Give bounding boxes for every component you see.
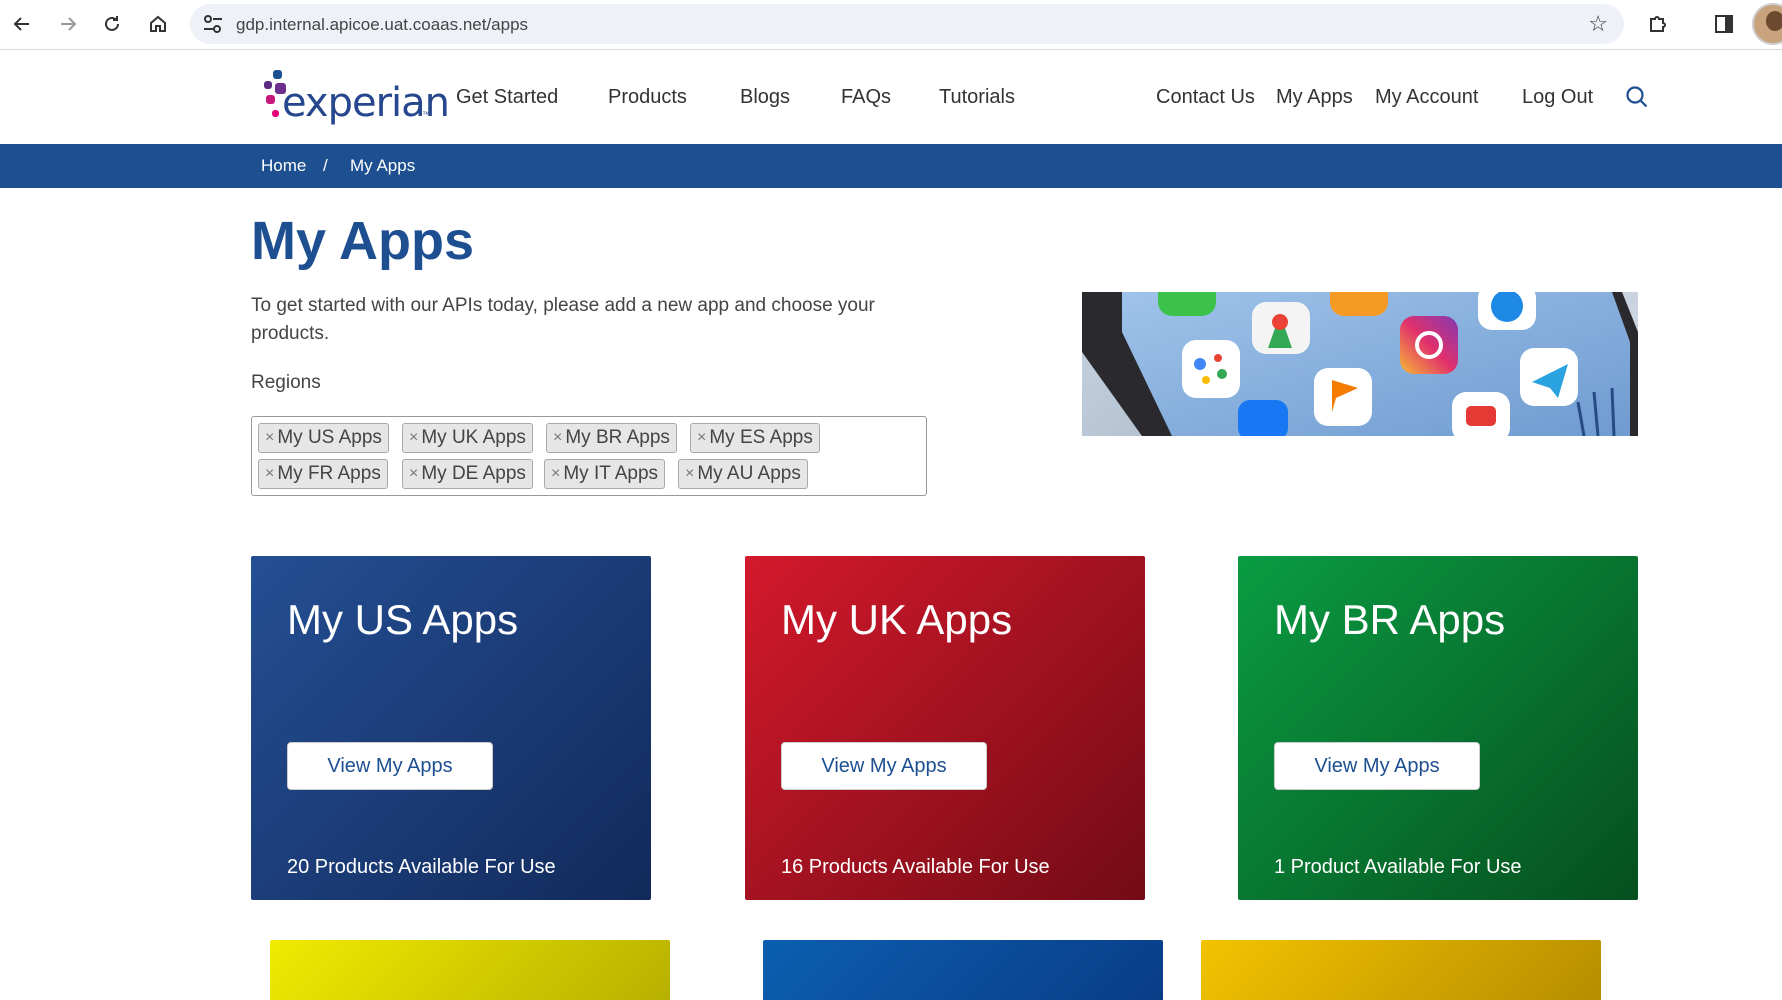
- remove-tag-icon[interactable]: ×: [265, 429, 274, 447]
- region-tag-label: My IT Apps: [563, 463, 659, 484]
- region-tag-label: My FR Apps: [277, 463, 381, 484]
- home-icon[interactable]: [142, 8, 174, 40]
- nav-blogs[interactable]: Blogs: [740, 86, 790, 109]
- region-tag-fr[interactable]: × My FR Apps: [258, 459, 388, 489]
- view-my-apps-button[interactable]: View My Apps: [781, 742, 987, 790]
- back-icon[interactable]: [6, 8, 38, 40]
- card-title: My BR Apps: [1274, 596, 1506, 643]
- breadcrumb-home[interactable]: Home: [261, 156, 306, 176]
- side-panel-icon[interactable]: [1708, 8, 1740, 40]
- card-br-apps: My BR Apps View My Apps 1 Product Availa…: [1238, 556, 1638, 900]
- nav-tutorials[interactable]: Tutorials: [939, 86, 1015, 109]
- regions-label: Regions: [251, 372, 321, 393]
- experian-logo[interactable]: experian ™: [262, 70, 450, 126]
- card-products-count: 16 Products Available For Use: [781, 856, 1050, 878]
- region-tag-label: My US Apps: [277, 427, 382, 448]
- remove-tag-icon[interactable]: ×: [697, 429, 706, 447]
- region-tag-label: My ES Apps: [709, 427, 813, 448]
- hero-phone-image: [1082, 292, 1638, 436]
- region-tag-us[interactable]: × My US Apps: [258, 423, 389, 453]
- tune-icon[interactable]: [202, 14, 224, 34]
- region-tag-label: My AU Apps: [697, 463, 801, 484]
- remove-tag-icon[interactable]: ×: [409, 465, 418, 483]
- card-partial-yellow: [270, 940, 670, 1000]
- region-tag-de[interactable]: × My DE Apps: [402, 459, 533, 489]
- logo-text: experian: [282, 80, 450, 126]
- region-tag-label: My BR Apps: [565, 427, 670, 448]
- region-tag-br[interactable]: × My BR Apps: [546, 423, 677, 453]
- card-title: My UK Apps: [781, 596, 1013, 643]
- browser-toolbar: gdp.internal.apicoe.uat.coaas.net/apps ☆: [0, 0, 1782, 50]
- card-products-count: 20 Products Available For Use: [287, 856, 556, 878]
- profile-avatar[interactable]: [1752, 3, 1782, 45]
- remove-tag-icon[interactable]: ×: [551, 465, 560, 483]
- remove-tag-icon[interactable]: ×: [265, 465, 274, 483]
- region-tag-au[interactable]: × My AU Apps: [678, 459, 808, 489]
- address-bar[interactable]: gdp.internal.apicoe.uat.coaas.net/apps ☆: [190, 4, 1624, 44]
- view-my-apps-button[interactable]: View My Apps: [1274, 742, 1480, 790]
- card-partial-gold: [1201, 940, 1601, 1000]
- site-header: experian ™ Get Started Products Blogs FA…: [0, 50, 1782, 144]
- logo-dot: [272, 110, 279, 117]
- remove-tag-icon[interactable]: ×: [409, 429, 418, 447]
- region-tag-label: My UK Apps: [421, 427, 526, 448]
- breadcrumb: Home / My Apps: [0, 144, 1782, 188]
- nav-faqs[interactable]: FAQs: [841, 86, 891, 109]
- nav-get-started[interactable]: Get Started: [456, 86, 558, 109]
- nav-my-account[interactable]: My Account: [1375, 86, 1478, 109]
- logo-dot: [266, 95, 275, 104]
- breadcrumb-current: My Apps: [350, 156, 416, 175]
- search-icon[interactable]: [1624, 84, 1650, 110]
- forward-icon[interactable]: [52, 8, 84, 40]
- region-tag-it[interactable]: × My IT Apps: [544, 459, 666, 489]
- region-tag-label: My DE Apps: [421, 463, 526, 484]
- url-text[interactable]: gdp.internal.apicoe.uat.coaas.net/apps: [236, 15, 528, 35]
- card-uk-apps: My UK Apps View My Apps 16 Products Avai…: [745, 556, 1145, 900]
- card-products-count: 1 Product Available For Use: [1274, 856, 1522, 878]
- region-tag-es[interactable]: × My ES Apps: [690, 423, 820, 453]
- card-us-apps: My US Apps View My Apps 20 Products Avai…: [251, 556, 651, 900]
- phone-apps-illustration: [1082, 292, 1638, 436]
- puzzle-icon[interactable]: [1642, 8, 1674, 40]
- region-tag-uk[interactable]: × My UK Apps: [402, 423, 533, 453]
- logo-dot: [264, 81, 272, 89]
- regions-multiselect[interactable]: × My US Apps × My UK Apps × My BR Apps ×…: [251, 416, 927, 496]
- logo-trademark: ™: [422, 110, 430, 119]
- remove-tag-icon[interactable]: ×: [553, 429, 562, 447]
- nav-contact-us[interactable]: Contact Us: [1156, 86, 1255, 109]
- card-title: My US Apps: [287, 596, 519, 643]
- star-icon[interactable]: ☆: [1588, 11, 1608, 37]
- remove-tag-icon[interactable]: ×: [685, 465, 694, 483]
- page-title: My Apps: [251, 211, 475, 271]
- nav-log-out[interactable]: Log Out: [1522, 86, 1593, 109]
- intro-text: To get started with our APIs today, plea…: [251, 295, 875, 344]
- view-my-apps-button[interactable]: View My Apps: [287, 742, 493, 790]
- breadcrumb-separator: /: [323, 156, 328, 175]
- logo-dot: [273, 70, 282, 79]
- nav-my-apps[interactable]: My Apps: [1276, 86, 1353, 109]
- reload-icon[interactable]: [96, 8, 128, 40]
- card-partial-blue: [763, 940, 1163, 1000]
- nav-products[interactable]: Products: [608, 86, 687, 109]
